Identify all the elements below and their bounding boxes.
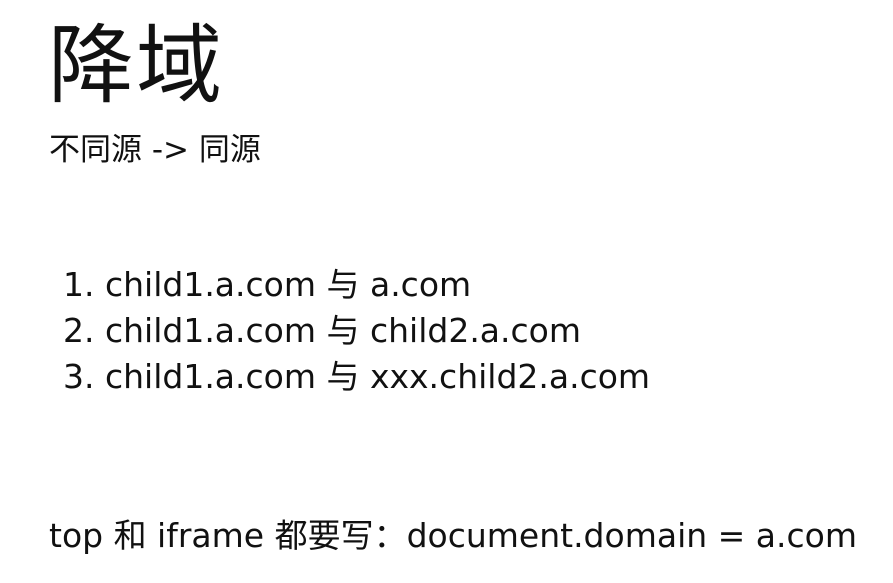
list-item: 3. child1.a.com 与 xxx.child2.a.com [63, 357, 651, 396]
domain-case-list: 1. child1.a.com 与 a.com 2. child1.a.com … [63, 262, 650, 400]
list-item: 1. child1.a.com 与 a.com [63, 265, 472, 304]
domain-note: top 和 iframe 都要写：document.domain = a.com [49, 516, 857, 555]
slide: 降域 不同源 -> 同源 1. child1.a.com 与 a.com 2. … [0, 0, 893, 583]
page-title: 降域 [48, 16, 224, 116]
subtitle: 不同源 -> 同源 [49, 132, 261, 168]
list-item: 2. child1.a.com 与 child2.a.com [63, 311, 581, 350]
